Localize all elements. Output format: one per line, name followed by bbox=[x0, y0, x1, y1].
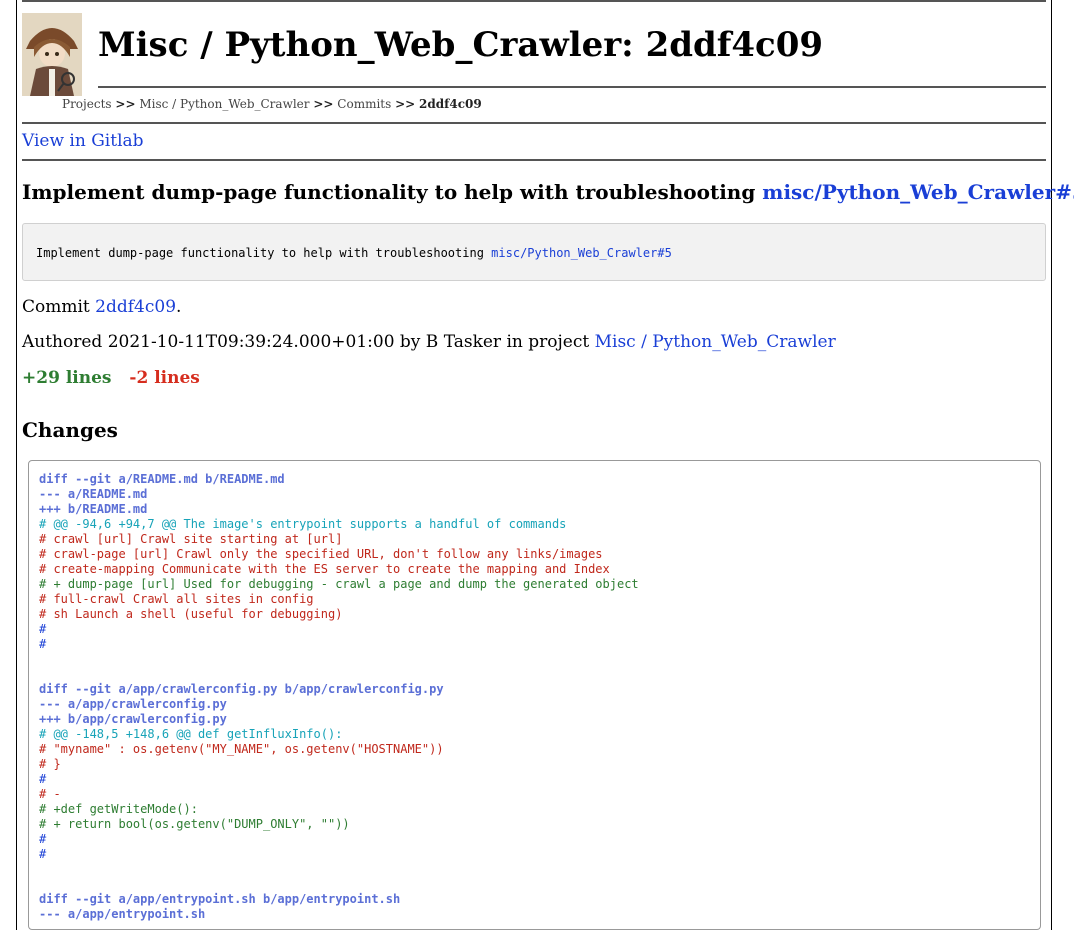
view-in-gitlab: View in Gitlab bbox=[22, 131, 144, 151]
commit-label: Commit bbox=[22, 297, 90, 317]
breadcrumb-separator: >> bbox=[313, 97, 334, 111]
diff-added-line: # + dump-page [url] Used for debugging -… bbox=[39, 577, 639, 591]
diff-line: # bbox=[39, 622, 47, 636]
diff-hunk-line: # @@ -94,6 +94,7 @@ The image's entrypoi… bbox=[39, 517, 567, 531]
commit-message: Implement dump-page functionality to hel… bbox=[36, 246, 672, 260]
diff-header-line: diff --git a/app/entrypoint.sh b/app/ent… bbox=[39, 892, 401, 906]
diff-header-line: +++ b/app/crawlerconfig.py bbox=[39, 712, 227, 726]
diff-header-line: --- a/app/crawlerconfig.py bbox=[39, 697, 227, 711]
commit-hash-link[interactable]: 2ddf4c09 bbox=[95, 297, 176, 317]
avatar-illustration bbox=[22, 13, 82, 96]
breadcrumb-divider bbox=[22, 122, 1046, 124]
diff-line: # bbox=[39, 832, 47, 846]
authored-line: Authored 2021-10-11T09:39:24.000+01:00 b… bbox=[22, 332, 836, 352]
lines-added: +29 lines bbox=[22, 368, 112, 388]
diff-header-line: --- a/app/entrypoint.sh bbox=[39, 907, 206, 921]
breadcrumb-projects-link[interactable]: Projects bbox=[62, 97, 112, 111]
diff-context-line: # crawl [url] Crawl site starting at [ur… bbox=[39, 532, 343, 546]
diff-line: # bbox=[39, 637, 47, 651]
commit-title: Implement dump-page functionality to hel… bbox=[22, 180, 1074, 204]
diff-blank-line bbox=[39, 862, 639, 877]
page-content: Misc / Python_Web_Crawler: 2ddf4c09 Proj… bbox=[22, 0, 1074, 930]
diff-header-line: diff --git a/README.md b/README.md bbox=[39, 472, 285, 486]
diff-header-line: +++ b/README.md bbox=[39, 502, 148, 516]
page-header: Misc / Python_Web_Crawler: 2ddf4c09 bbox=[22, 2, 1046, 98]
breadcrumb-separator: >> bbox=[395, 97, 416, 111]
commit-period: . bbox=[176, 297, 182, 317]
breadcrumb-project-link[interactable]: Misc / Python_Web_Crawler bbox=[139, 97, 309, 111]
title-divider bbox=[98, 86, 1046, 88]
diff-added-line: # +def getWriteMode(): bbox=[39, 802, 198, 816]
breadcrumb-current: 2ddf4c09 bbox=[419, 97, 482, 111]
diff-context-line: # create-mapping Communicate with the ES… bbox=[39, 562, 610, 576]
project-link[interactable]: Misc / Python_Web_Crawler bbox=[595, 332, 836, 352]
diff-hunk-line: # @@ -148,5 +148,6 @@ def getInfluxInfo(… bbox=[39, 727, 343, 741]
diff-blank-line bbox=[39, 667, 639, 682]
diff-content: diff --git a/README.md b/README.md --- a/… bbox=[39, 472, 639, 922]
diff-context-line: # } bbox=[39, 757, 61, 771]
breadcrumb: Projects >> Misc / Python_Web_Crawler >>… bbox=[62, 97, 482, 111]
diff-panel: diff --git a/README.md b/README.md --- a/… bbox=[28, 460, 1041, 930]
commit-hash-line: Commit 2ddf4c09. bbox=[22, 297, 181, 317]
diff-context-line: # crawl-page [url] Crawl only the specif… bbox=[39, 547, 603, 561]
diff-blank-line bbox=[39, 877, 639, 892]
diff-context-line: # "myname" : os.getenv("MY_NAME", os.get… bbox=[39, 742, 444, 756]
commit-title-text: Implement dump-page functionality to hel… bbox=[22, 180, 756, 204]
diff-added-line: # + return bool(os.getenv("DUMP_ONLY", "… bbox=[39, 817, 350, 831]
page-title: Misc / Python_Web_Crawler: 2ddf4c09 bbox=[98, 25, 824, 65]
diff-line: # bbox=[39, 772, 47, 786]
authored-text: Authored 2021-10-11T09:39:24.000+01:00 b… bbox=[22, 332, 590, 352]
issue-link[interactable]: misc/Python_Web_Crawler#5 bbox=[762, 180, 1074, 204]
breadcrumb-separator: >> bbox=[115, 97, 136, 111]
breadcrumb-commits-link[interactable]: Commits bbox=[337, 97, 391, 111]
diff-header-line: diff --git a/app/crawlerconfig.py b/app/… bbox=[39, 682, 444, 696]
changes-heading: Changes bbox=[22, 418, 118, 442]
diff-context-line: # - bbox=[39, 787, 61, 801]
view-in-gitlab-link[interactable]: View in Gitlab bbox=[22, 131, 144, 151]
avatar bbox=[22, 13, 82, 96]
diff-line: # bbox=[39, 847, 47, 861]
commit-message-issue-link[interactable]: misc/Python_Web_Crawler#5 bbox=[491, 246, 672, 260]
commit-message-text: Implement dump-page functionality to hel… bbox=[36, 246, 484, 260]
diff-context-line: # sh Launch a shell (useful for debuggin… bbox=[39, 607, 343, 621]
page-frame: Misc / Python_Web_Crawler: 2ddf4c09 Proj… bbox=[16, 0, 1074, 930]
commit-message-box: Implement dump-page functionality to hel… bbox=[22, 223, 1046, 281]
diff-blank-line bbox=[39, 652, 639, 667]
diff-header-line: --- a/README.md bbox=[39, 487, 148, 501]
diff-stats: +29 lines -2 lines bbox=[22, 368, 200, 388]
gitlab-divider bbox=[22, 159, 1046, 161]
lines-removed: -2 lines bbox=[129, 368, 200, 388]
diff-context-line: # full-crawl Crawl all sites in config bbox=[39, 592, 314, 606]
